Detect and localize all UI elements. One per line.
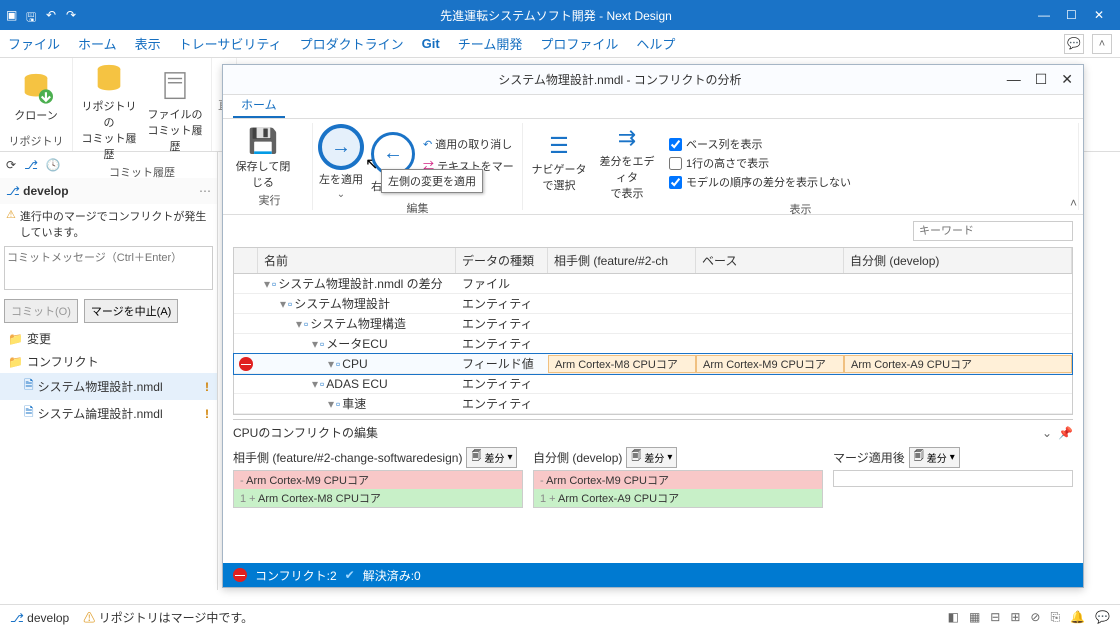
diff-left-btn[interactable]: 🗐差分▾ <box>466 447 517 468</box>
status-output-icon[interactable]: ⎘ <box>1050 610 1060 625</box>
table-row[interactable]: ▾ ▫ 車速エンティティ <box>234 394 1072 414</box>
branch-name: develop <box>23 184 68 198</box>
clone-button[interactable]: クローン <box>6 71 66 123</box>
minimize-icon[interactable]: — <box>1038 8 1052 22</box>
app-icon: ▣ <box>6 8 20 22</box>
menu-file[interactable]: ファイル <box>8 34 60 53</box>
editor-show-button[interactable]: ⇉差分をエディタ で表示 <box>597 125 657 201</box>
tree-changes[interactable]: 📁変更 <box>0 327 217 350</box>
chevron-down-icon[interactable]: ⌄ <box>1042 426 1052 440</box>
window-title: 先進運転システムソフト開発 - Next Design <box>80 7 1032 24</box>
inner-tab-home[interactable]: ホーム <box>233 93 285 118</box>
abort-merge-button[interactable]: マージを中止(A) <box>84 299 178 323</box>
diff-left-title: 相手側 (feature/#2-change-softwaredesign) <box>233 449 462 466</box>
pin-icon[interactable]: 📌 <box>1058 426 1073 440</box>
chk-1row[interactable]: 1行の高さで表示 <box>669 155 851 171</box>
undo-icon[interactable]: ↶ <box>46 8 60 22</box>
status-merging: リポジトリはマージ中です。 <box>99 611 254 625</box>
diff-mid-btn[interactable]: 🗐差分▾ <box>626 447 677 468</box>
status-resolved-count: 解決済み:0 <box>363 567 421 584</box>
chk-order[interactable]: モデルの順序の差分を表示しない <box>669 174 851 190</box>
table-row[interactable]: ▾ ▫ システム物理設計エンティティ <box>234 294 1072 314</box>
col-base[interactable]: ベース <box>696 248 844 273</box>
speech-icon[interactable]: 💬 <box>1064 34 1084 54</box>
inner-window-title: システム物理設計.nmdl - コンフリクトの分析 <box>243 71 997 88</box>
collapse-inner-ribbon-icon[interactable]: ˄ <box>1070 196 1077 210</box>
status-icon-4[interactable]: ⊞ <box>1010 610 1020 625</box>
chk-show-base[interactable]: ベース列を表示 <box>669 136 851 152</box>
repo-history-button[interactable]: リポジトリの コミット履歴 <box>79 62 139 162</box>
status-chat-icon[interactable]: 💬 <box>1095 610 1110 625</box>
keyword-search-input[interactable] <box>913 221 1073 241</box>
diff-tree-table: 名前 データの種類 相手側 (feature/#2-ch ベース 自分側 (de… <box>233 247 1073 415</box>
status-branch: develop <box>27 611 69 625</box>
merge-warning: 進行中のマージでコンフリクトが発生しています。 <box>20 208 211 240</box>
col-type[interactable]: データの種類 <box>456 248 548 273</box>
col-self[interactable]: 自分側 (develop) <box>844 248 1072 273</box>
history-icon[interactable]: 🕓 <box>46 158 61 172</box>
diff-mid-title: 自分側 (develop) <box>533 449 622 466</box>
inner-close-icon[interactable]: ✕ <box>1061 71 1073 88</box>
inner-maximize-icon[interactable]: ☐ <box>1035 71 1048 88</box>
menu-help[interactable]: ヘルプ <box>636 34 675 53</box>
maximize-icon[interactable]: ☐ <box>1066 8 1080 22</box>
conflict-window: システム物理設計.nmdl - コンフリクトの分析 — ☐ ✕ ホーム 💾保存し… <box>222 64 1084 588</box>
left-panel: ⟳ ⎇ 🕓 ⎇ develop ⋯ ⚠進行中のマージでコンフリクトが発生していま… <box>0 152 218 590</box>
table-row[interactable]: ▾ ▫ システム物理構造エンティティ <box>234 314 1072 334</box>
apply-left-button[interactable]: → <box>319 125 363 169</box>
cursor-icon: ↖ <box>365 154 378 174</box>
statusbar: ⎇ develop ⚠ リポジトリはマージ中です。 ◧ ▦ ⊟ ⊞ ⊘ ⎘ 🔔 … <box>0 604 1120 630</box>
table-row[interactable]: —▾ ▫ CPUフィールド値Arm Cortex-M8 CPUコアArm Cor… <box>234 354 1072 374</box>
collapse-ribbon-icon[interactable]: ˄ <box>1092 34 1112 54</box>
conflict-edit-title: CPUのコンフリクトの編集 <box>233 424 378 441</box>
diff-right-title: マージ適用後 <box>833 449 905 466</box>
titlebar: ▣ 🖫 ↶ ↷ 先進運転システムソフト開発 - Next Design — ☐ … <box>0 0 1120 30</box>
branch-menu-icon[interactable]: ⋯ <box>199 184 211 198</box>
table-row[interactable]: ▾ ▫ ADAS ECUエンティティ <box>234 374 1072 394</box>
inner-minimize-icon[interactable]: — <box>1007 71 1021 88</box>
menu-view[interactable]: 表示 <box>135 34 161 53</box>
status-conflict-count: コンフリクト:2 <box>255 567 337 584</box>
status-icon-1[interactable]: ◧ <box>948 610 959 625</box>
menu-home[interactable]: ホーム <box>78 34 117 53</box>
close-icon[interactable]: ✕ <box>1094 8 1108 22</box>
menu-profile[interactable]: プロファイル <box>540 34 618 53</box>
tree-file-1[interactable]: 🗎システム物理設計.nmdl! <box>0 373 217 400</box>
status-icon-3[interactable]: ⊟ <box>990 610 1000 625</box>
col-other[interactable]: 相手側 (feature/#2-ch <box>548 248 696 273</box>
menu-productline[interactable]: プロダクトライン <box>300 34 404 53</box>
undo-apply-button[interactable]: ↶ 適用の取り消し <box>423 136 516 152</box>
col-name[interactable]: 名前 <box>258 248 456 273</box>
commit-button[interactable]: コミット(O) <box>4 299 78 323</box>
inner-status-bar: —コンフリクト:2 ✔解決済み:0 <box>223 563 1083 587</box>
status-error-icon[interactable]: ⊘ <box>1030 610 1040 625</box>
branch-icon[interactable]: ⎇ <box>24 158 38 172</box>
menu-team[interactable]: チーム開発 <box>458 34 523 53</box>
file-history-button[interactable]: ファイルの コミット履歴 <box>145 70 205 154</box>
diff-right-btn[interactable]: 🗐差分▾ <box>909 447 960 468</box>
save-close-button[interactable]: 💾保存して閉じる <box>233 127 293 190</box>
menu-trace[interactable]: トレーサビリティ <box>179 34 282 53</box>
status-icon-2[interactable]: ▦ <box>969 610 980 625</box>
save-icon[interactable]: 🖫 <box>26 8 40 22</box>
table-row[interactable]: ▾ ▫ メータECUエンティティ <box>234 334 1072 354</box>
menu-git[interactable]: Git <box>422 36 440 51</box>
menubar: ファイル ホーム 表示 トレーサビリティ プロダクトライン Git チーム開発 … <box>0 30 1120 58</box>
redo-icon[interactable]: ↷ <box>66 8 80 22</box>
commit-message-input[interactable] <box>4 246 213 290</box>
table-row[interactable]: ▾ ▫ システム物理設計.nmdl の差分ファイル <box>234 274 1072 294</box>
tree-conflicts[interactable]: 📁コンフリクト <box>0 350 217 373</box>
nav-select-button[interactable]: ☰ナビゲータで選択 <box>529 133 589 193</box>
refresh-icon[interactable]: ⟳ <box>6 158 16 172</box>
ribbon-group-repo: リポジトリ <box>6 131 66 149</box>
apply-left-tooltip: 左側の変更を適用 <box>381 169 483 193</box>
status-bell-icon[interactable]: 🔔 <box>1070 610 1085 625</box>
tree-file-2[interactable]: 🗎システム論理設計.nmdl! <box>0 400 217 427</box>
